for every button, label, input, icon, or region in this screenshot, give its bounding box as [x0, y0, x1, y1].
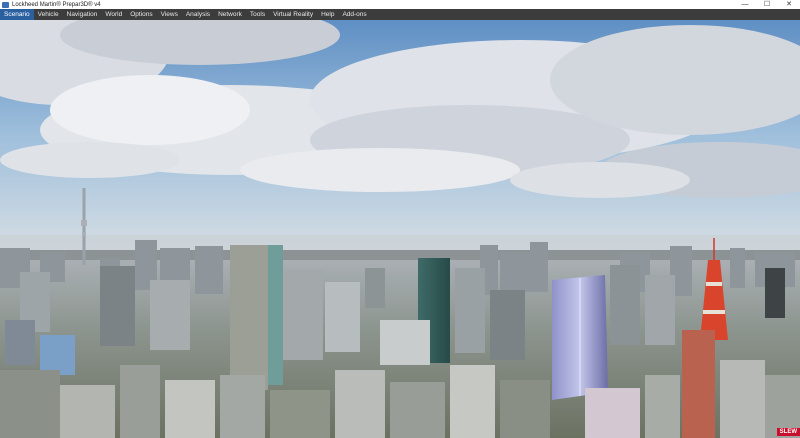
menu-virtual-reality[interactable]: Virtual Reality [269, 9, 317, 20]
close-button[interactable]: ✕ [778, 0, 800, 9]
menu-add-ons[interactable]: Add-ons [338, 9, 370, 20]
menu-views[interactable]: Views [157, 9, 182, 20]
menu-tools[interactable]: Tools [246, 9, 269, 20]
city-scene [0, 20, 800, 438]
minimize-button[interactable]: — [734, 0, 756, 9]
title-bar: Lockheed Martin® Prepar3D® v4 — ☐ ✕ [0, 0, 800, 9]
app-icon [2, 1, 9, 8]
menu-help[interactable]: Help [317, 9, 338, 20]
sim-viewport[interactable]: SLEW [0, 20, 800, 438]
menu-bar: Scenario Vehicle Navigation World Option… [0, 9, 800, 20]
menu-scenario[interactable]: Scenario [0, 9, 34, 20]
menu-vehicle[interactable]: Vehicle [34, 9, 63, 20]
menu-options[interactable]: Options [126, 9, 156, 20]
window-title: Lockheed Martin® Prepar3D® v4 [12, 1, 101, 8]
menu-navigation[interactable]: Navigation [63, 9, 102, 20]
menu-analysis[interactable]: Analysis [182, 9, 214, 20]
window-controls: — ☐ ✕ [734, 0, 800, 9]
menu-network[interactable]: Network [214, 9, 246, 20]
app-window: Lockheed Martin® Prepar3D® v4 — ☐ ✕ Scen… [0, 0, 800, 438]
slew-indicator: SLEW [776, 428, 800, 436]
mori-tower [552, 275, 608, 400]
menu-world[interactable]: World [101, 9, 126, 20]
maximize-button[interactable]: ☐ [756, 0, 778, 9]
residential-tower [682, 330, 715, 438]
